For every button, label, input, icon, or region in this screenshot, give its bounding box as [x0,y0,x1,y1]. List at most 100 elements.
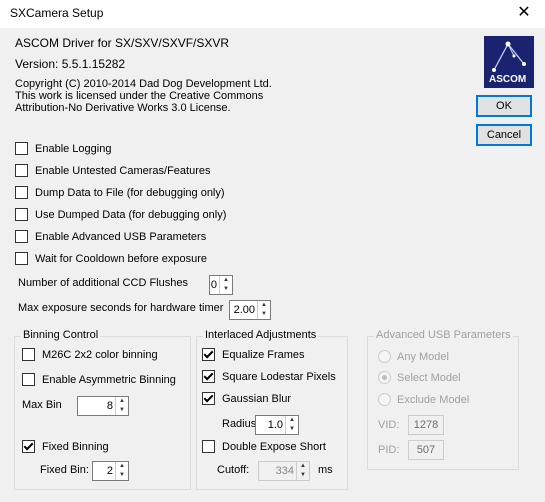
copyright-line3: Attribution-No Derivative Works 3.0 Lice… [15,102,231,114]
up-arrow-icon[interactable]: ▲ [297,462,309,471]
ascom-logo[interactable]: ASCOM [484,36,534,88]
radio-label: Select Model [397,371,461,384]
flushes-stepper[interactable]: 0 ▲ ▼ [209,275,233,295]
group-legend: Binning Control [21,329,101,341]
checkbox-label: Use Dumped Data (for debugging only) [35,208,227,221]
ok-button[interactable]: OK [476,95,532,117]
close-icon[interactable]: ✕ [509,2,539,24]
cutoff-unit: ms [318,464,333,476]
use-dumped-checkbox[interactable]: Use Dumped Data (for debugging only) [15,208,226,221]
down-arrow-icon[interactable]: ▼ [116,471,128,480]
spin-arrows[interactable]: ▲ ▼ [115,462,128,480]
spin-arrows[interactable]: ▲ ▼ [285,416,298,434]
radio-dot[interactable] [378,393,391,406]
spin-arrows[interactable]: ▲ ▼ [219,276,232,294]
up-arrow-icon[interactable]: ▲ [220,276,232,285]
down-arrow-icon[interactable]: ▼ [116,406,128,415]
up-arrow-icon[interactable]: ▲ [116,462,128,471]
radius-label: Radius: [222,418,260,430]
copyright-line1: Copyright (C) 2010-2014 Dad Dog Developm… [15,78,272,90]
vid-field[interactable]: 1278 [408,415,444,435]
radius-value[interactable]: 1.0 [256,416,285,434]
group-legend: Advanced USB Parameters [374,329,513,341]
checkbox-label: Square Lodestar Pixels [222,370,336,383]
checkbox-box[interactable] [15,208,28,221]
checkbox-label: Fixed Binning [42,440,109,453]
fixed-bin-value[interactable]: 2 [93,462,115,480]
checkbox-box[interactable] [22,348,35,361]
checkbox-box[interactable] [202,440,215,453]
down-arrow-icon[interactable]: ▼ [220,285,232,294]
spin-arrows[interactable]: ▲ ▼ [115,397,128,415]
asymmetric-binning-checkbox[interactable]: Enable Asymmetric Binning [22,373,176,386]
spin-arrows[interactable]: ▲ ▼ [257,301,270,319]
up-arrow-icon[interactable]: ▲ [258,301,270,310]
any-model-radio[interactable]: Any Model [378,350,449,363]
checkbox-box[interactable] [15,186,28,199]
cutoff-label: Cutoff: [217,464,250,476]
square-lodestar-checkbox[interactable]: Square Lodestar Pixels [202,370,336,383]
checkbox-label: Dump Data to File (for debugging only) [35,186,225,199]
select-model-radio[interactable]: Select Model [378,371,461,384]
title-bar: SXCamera Setup ✕ [0,0,545,28]
enable-untested-checkbox[interactable]: Enable Untested Cameras/Features [15,164,210,177]
checkbox-label: M26C 2x2 color binning [42,348,158,361]
double-expose-checkbox[interactable]: Double Expose Short [202,440,326,453]
flushes-label: Number of additional CCD Flushes [18,277,188,289]
checkbox-label: Enable Logging [35,142,112,155]
checkbox-box[interactable] [15,252,28,265]
exclude-model-radio[interactable]: Exclude Model [378,393,469,406]
dump-data-checkbox[interactable]: Dump Data to File (for debugging only) [15,186,225,199]
wait-cooldown-checkbox[interactable]: Wait for Cooldown before exposure [15,252,207,265]
checkbox-label: Wait for Cooldown before exposure [35,252,208,265]
max-bin-value[interactable]: 8 [78,397,115,415]
down-arrow-icon[interactable]: ▼ [297,471,309,480]
flushes-value[interactable]: 0 [210,276,219,294]
fixed-bin-label: Fixed Bin: [40,464,89,476]
equalize-frames-checkbox[interactable]: Equalize Frames [202,348,305,361]
checkbox-label: Double Expose Short [222,440,326,453]
checkbox-box[interactable] [15,142,28,155]
max-exposure-stepper[interactable]: 2.00 ▲ ▼ [229,300,271,320]
version-text: Version: 5.5.1.15282 [15,57,126,71]
group-legend: Interlaced Adjustments [203,329,319,341]
advanced-usb-checkbox[interactable]: Enable Advanced USB Parameters [15,230,206,243]
checkbox-box[interactable] [202,392,215,405]
radio-dot[interactable] [378,371,391,384]
checkbox-label: Enable Advanced USB Parameters [35,230,207,243]
cutoff-value[interactable]: 334 [259,462,296,480]
up-arrow-icon[interactable]: ▲ [116,397,128,406]
radio-label: Any Model [397,350,449,363]
checkbox-box[interactable] [202,348,215,361]
checkbox-box[interactable] [22,440,35,453]
cancel-button[interactable]: Cancel [476,124,532,146]
copyright-line2: This work is licensed under the Creative… [15,90,264,102]
fixed-bin-stepper[interactable]: 2 ▲ ▼ [92,461,129,481]
fixed-binning-checkbox[interactable]: Fixed Binning [22,440,109,453]
checkbox-box[interactable] [22,373,35,386]
checkbox-box[interactable] [202,370,215,383]
logo-text: ASCOM [489,74,527,85]
radius-stepper[interactable]: 1.0 ▲ ▼ [255,415,299,435]
max-bin-stepper[interactable]: 8 ▲ ▼ [77,396,129,416]
checkbox-label: Enable Asymmetric Binning [42,373,176,386]
spin-arrows[interactable]: ▲ ▼ [296,462,309,480]
pid-field[interactable]: 507 [408,440,444,460]
up-arrow-icon[interactable]: ▲ [286,416,298,425]
driver-name: ASCOM Driver for SX/SXV/SXVF/SXVR [15,36,230,50]
gaussian-blur-checkbox[interactable]: Gaussian Blur [202,392,291,405]
m26c-checkbox[interactable]: M26C 2x2 color binning [22,348,158,361]
down-arrow-icon[interactable]: ▼ [286,425,298,434]
down-arrow-icon[interactable]: ▼ [258,310,270,319]
vid-label: VID: [378,419,400,431]
checkbox-label: Enable Untested Cameras/Features [35,164,211,177]
max-exposure-value[interactable]: 2.00 [230,301,257,319]
cutoff-stepper[interactable]: 334 ▲ ▼ [258,461,310,481]
checkbox-box[interactable] [15,164,28,177]
max-exposure-label: Max exposure seconds for hardware timer [18,302,224,314]
checkbox-label: Gaussian Blur [222,392,292,405]
enable-logging-checkbox[interactable]: Enable Logging [15,142,111,155]
radio-dot[interactable] [378,350,391,363]
checkbox-box[interactable] [15,230,28,243]
window-title: SXCamera Setup [10,6,104,20]
